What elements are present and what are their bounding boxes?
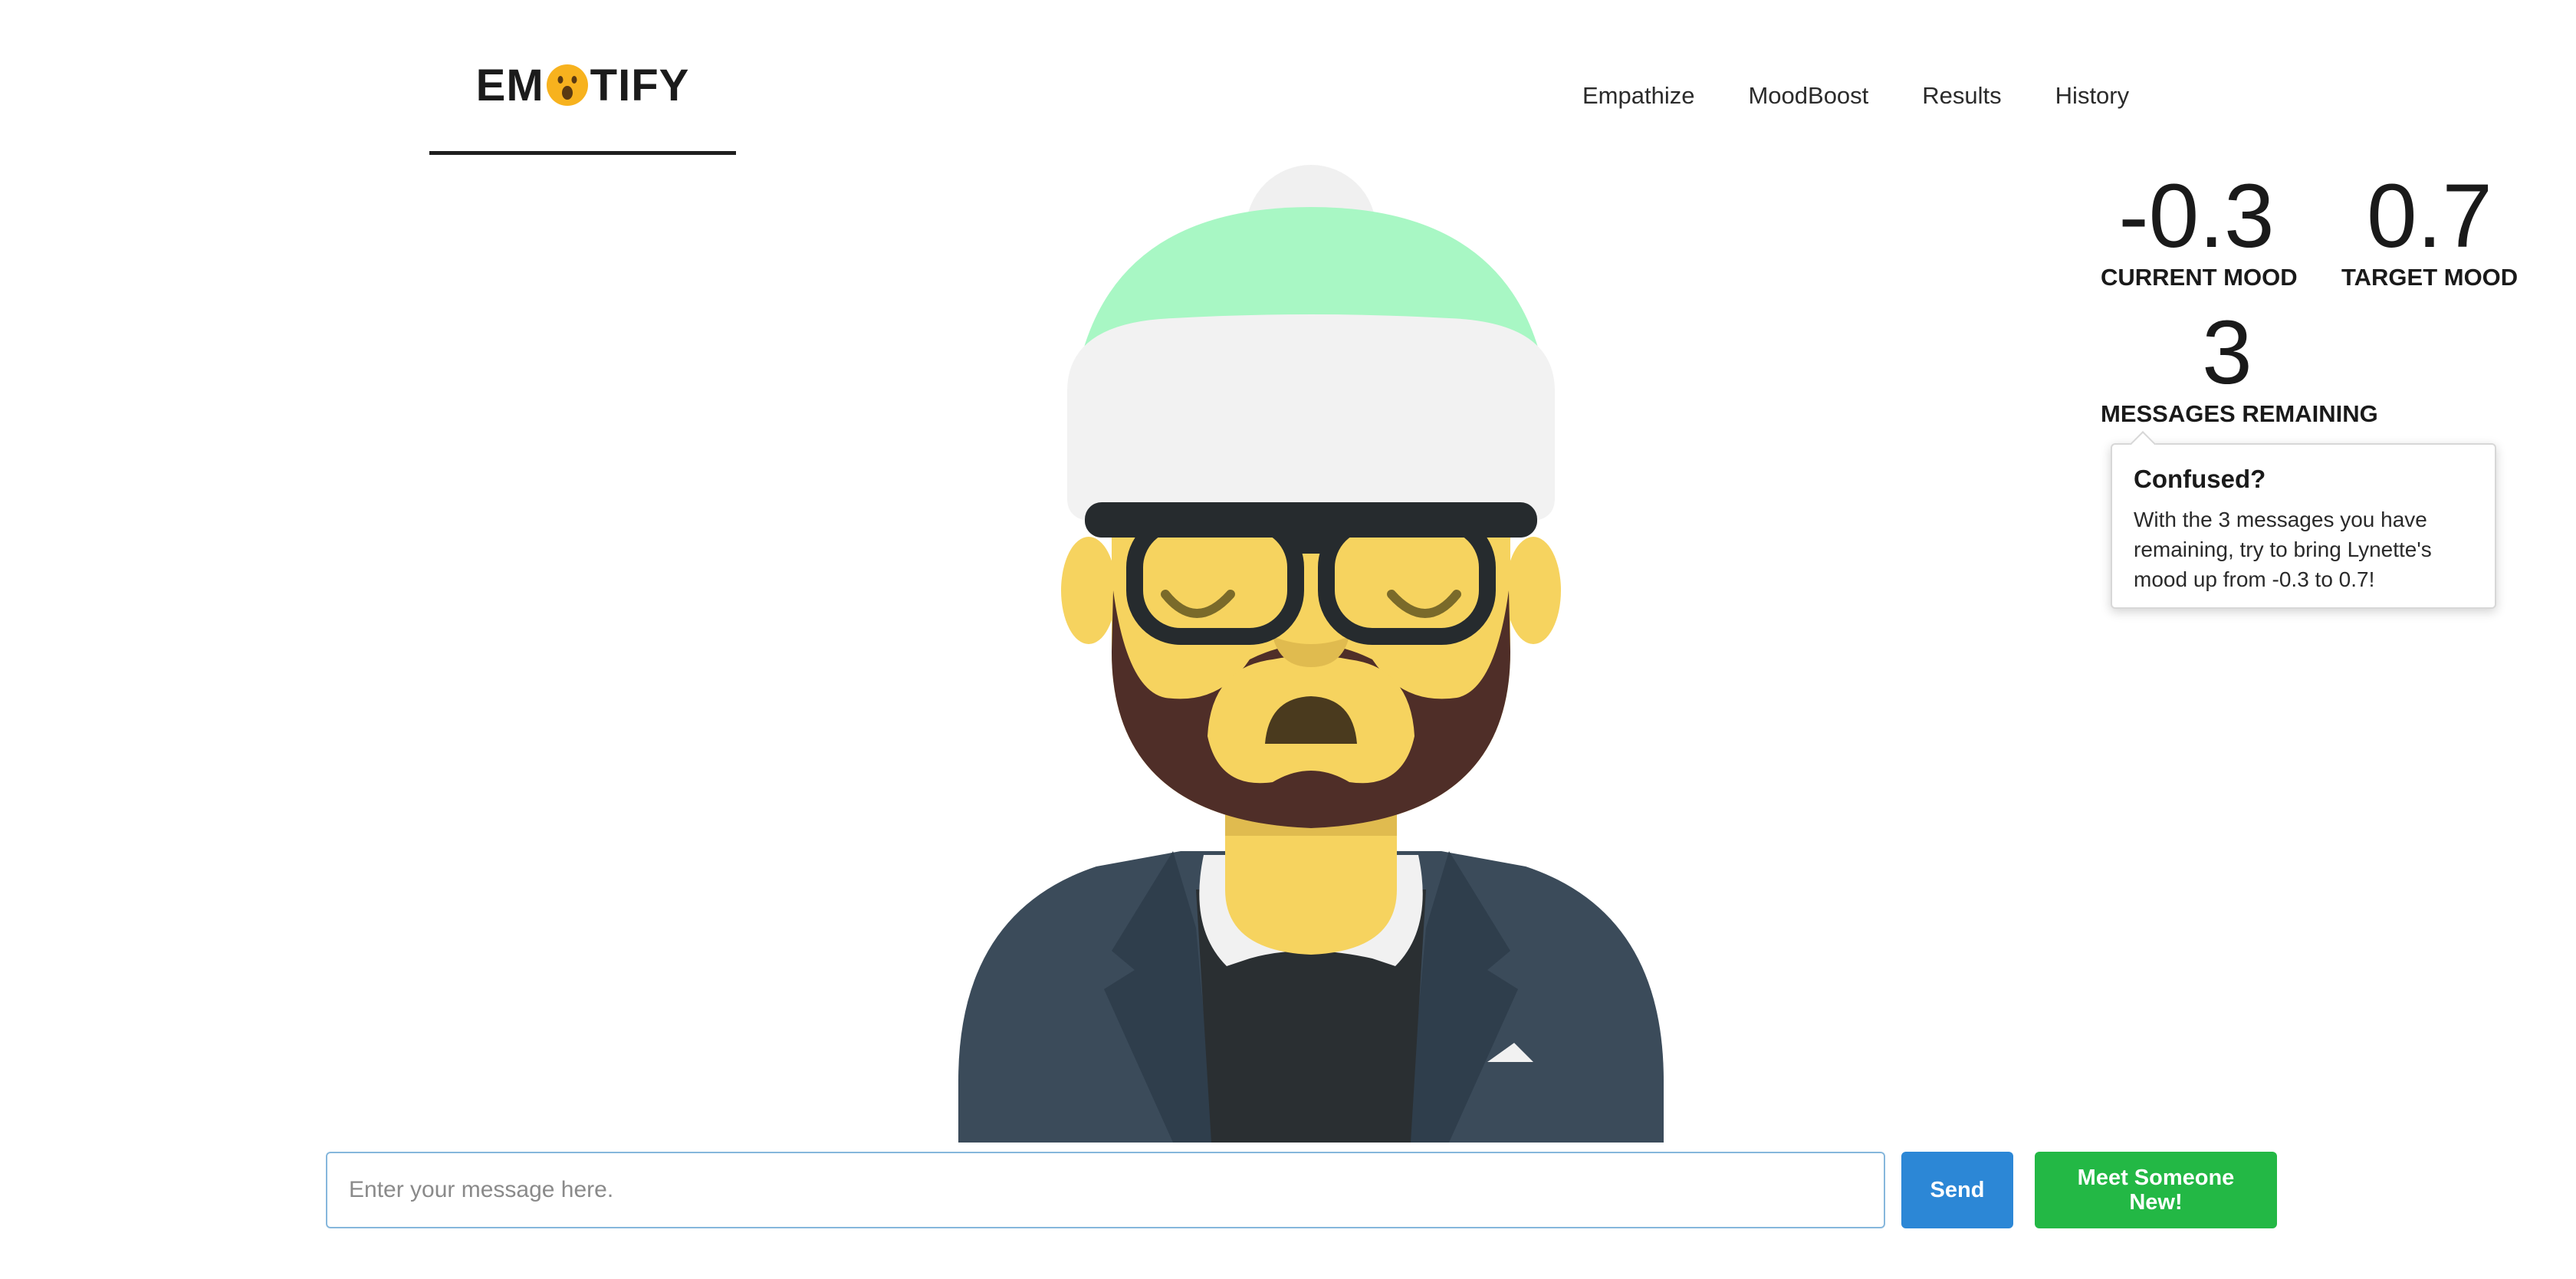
- character-avatar: [943, 161, 1679, 1143]
- nav-results[interactable]: Results: [1922, 77, 2001, 115]
- target-mood-stat: 0.7 TARGET MOOD: [2341, 170, 2518, 293]
- target-mood-label: TARGET MOOD: [2341, 264, 2518, 291]
- avatar-ear-left: [1061, 537, 1116, 644]
- surprised-face-icon: [546, 61, 589, 106]
- messages-remaining-label: MESSAGES REMAINING: [2101, 400, 2378, 427]
- nav-empathize[interactable]: Empathize: [1582, 77, 1694, 115]
- logo-text-end: TIFY: [590, 61, 690, 110]
- popover-title: Confused?: [2134, 465, 2266, 493]
- messages-remaining-stat: 3 MESSAGES REMAINING: [2101, 302, 2378, 429]
- nav-moodboost[interactable]: MoodBoost: [1748, 77, 1868, 115]
- avatar-illustration: [958, 165, 1664, 1143]
- avatar-beanie-cuff: [1067, 314, 1555, 521]
- nav-history[interactable]: History: [2055, 77, 2129, 115]
- logo-text-start: EM: [475, 61, 544, 110]
- current-mood-stat: -0.3 CURRENT MOOD: [2101, 166, 2298, 293]
- send-button[interactable]: Send: [1901, 1152, 2013, 1228]
- brand-header: EM TIFY: [429, 55, 736, 155]
- logo[interactable]: EM TIFY: [429, 55, 736, 117]
- message-input[interactable]: [326, 1152, 1885, 1228]
- popover-body: With the 3 messages you have remaining, …: [2134, 508, 2432, 591]
- meet-someone-new-button[interactable]: Meet Someone New!: [2035, 1152, 2277, 1228]
- target-mood-value: 0.7: [2366, 166, 2493, 267]
- current-mood-value: -0.3: [2118, 166, 2275, 267]
- avatar-ear-right: [1506, 537, 1561, 644]
- main-nav: Empathize MoodBoost Results History: [1582, 77, 2129, 115]
- messages-remaining-value: 3: [2202, 302, 2252, 403]
- help-popover: Confused? With the 3 messages you have r…: [2111, 443, 2496, 609]
- current-mood-label: CURRENT MOOD: [2101, 264, 2298, 291]
